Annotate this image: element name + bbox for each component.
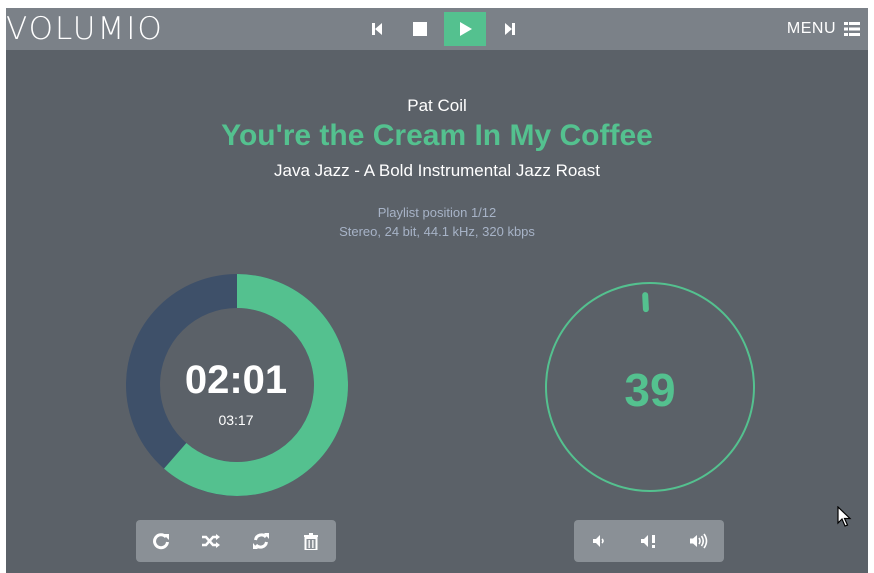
stop-icon — [413, 22, 427, 36]
elapsed-time: 02:01 — [184, 358, 288, 402]
refresh-icon — [253, 533, 269, 549]
repeat-button[interactable] — [143, 523, 179, 559]
shuffle-icon — [202, 534, 220, 548]
play-icon — [460, 22, 472, 36]
mute-icon — [641, 535, 655, 548]
playback-options-panel — [136, 520, 336, 562]
play-button[interactable] — [444, 12, 486, 46]
volume-controls-panel — [574, 520, 724, 562]
album-name: Java Jazz - A Bold Instrumental Jazz Roa… — [274, 161, 600, 180]
volume-down-button[interactable] — [581, 523, 617, 559]
skip-next-icon — [505, 23, 515, 35]
song-title: You're the Cream In My Coffee — [221, 119, 653, 152]
mouse-pointer-icon — [837, 506, 852, 527]
playlist-position: Playlist position 1/12 — [377, 205, 497, 220]
audio-format: Stereo, 24 bit, 44.1 kHz, 320 kbps — [339, 224, 535, 239]
menu-label: MENU — [786, 20, 836, 37]
trash-icon — [304, 532, 318, 550]
skip-previous-icon — [372, 23, 382, 35]
volume-value: 39 — [624, 364, 676, 416]
volume-marker — [642, 292, 649, 313]
volume-up-button[interactable] — [681, 523, 717, 559]
artist-name: Pat Coil — [407, 96, 467, 115]
stop-button[interactable] — [400, 12, 440, 46]
total-time: 03:17 — [218, 412, 254, 428]
menu-button[interactable]: MENU — [787, 16, 860, 42]
list-icon — [844, 22, 860, 36]
volume-down-icon — [593, 535, 604, 547]
volumio-logo[interactable]: VOLUMIO — [6, 12, 164, 46]
top-bar: VOLUMIO MENU — [6, 8, 868, 50]
volume-up-icon — [690, 533, 708, 549]
shuffle-button[interactable] — [193, 523, 229, 559]
repeat-icon — [153, 533, 169, 550]
volumio-app: VOLUMIO MENU Pat Coil You're the Cream I… — [6, 8, 868, 573]
mute-button[interactable] — [631, 523, 667, 559]
next-button[interactable] — [490, 12, 530, 46]
previous-button[interactable] — [357, 12, 397, 46]
refresh-button[interactable] — [243, 523, 279, 559]
clear-playlist-button[interactable] — [293, 523, 329, 559]
